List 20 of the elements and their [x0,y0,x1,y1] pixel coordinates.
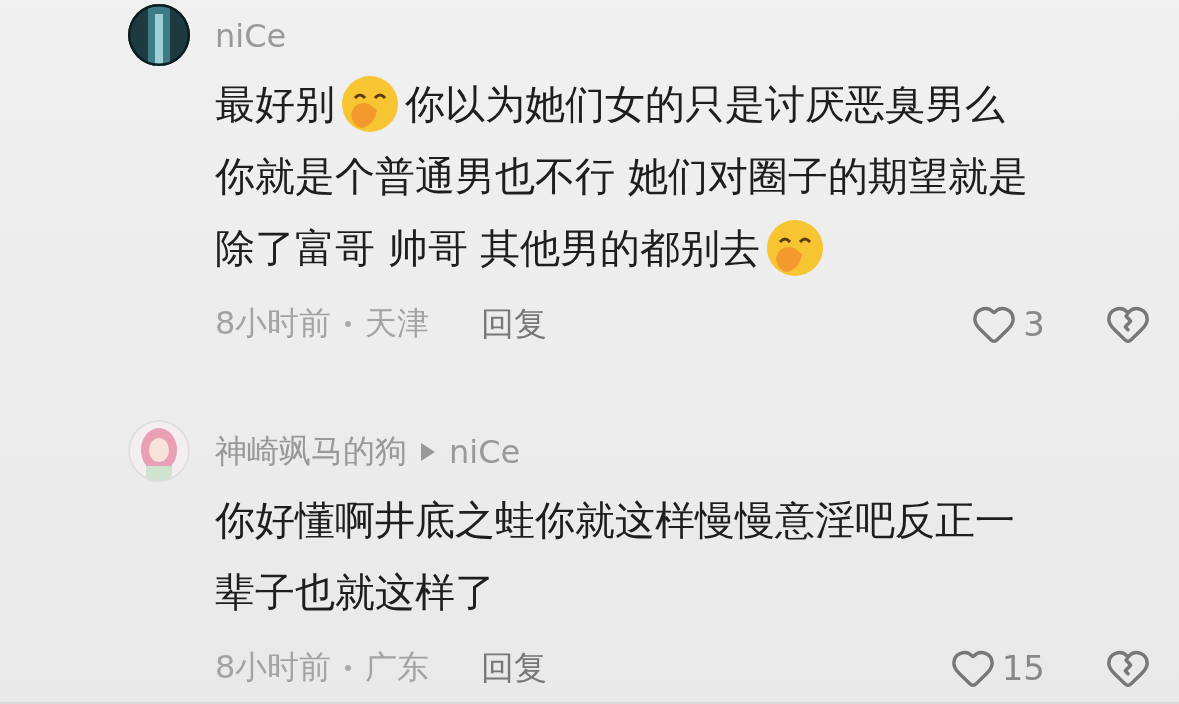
username[interactable]: niCe [215,17,287,55]
comment-text: 你就是个普通男也不行 她们对圈子的期望就是 [215,151,1028,201]
reply-button[interactable]: 回复 [481,645,548,691]
comment-text: 最好别 [215,79,335,129]
username[interactable]: 神崎飒马的狗 [215,430,407,474]
comment-text: 你以为她们女的只是讨厌恶臭男么 [405,79,1005,129]
like-count: 3 [1023,304,1045,344]
reply-button[interactable]: 回复 [481,301,548,347]
timestamp: 8小时前 [215,647,332,688]
username[interactable]: niCe [449,433,521,471]
comment-text: 你好懂啊井底之蛙你就这样慢慢意淫吧反正一 [215,495,1015,545]
dot-icon [345,321,352,327]
like-count: 15 [1001,648,1045,688]
location: 天津 [365,303,430,344]
timestamp: 8小时前 [215,303,332,344]
comment-text: 辈子也就这样了 [215,567,495,617]
comment-text: 除了富哥 帅哥 其他男的都别去 [215,223,761,273]
play-icon [421,443,435,461]
dot-icon [345,665,352,671]
location: 广东 [365,647,430,688]
